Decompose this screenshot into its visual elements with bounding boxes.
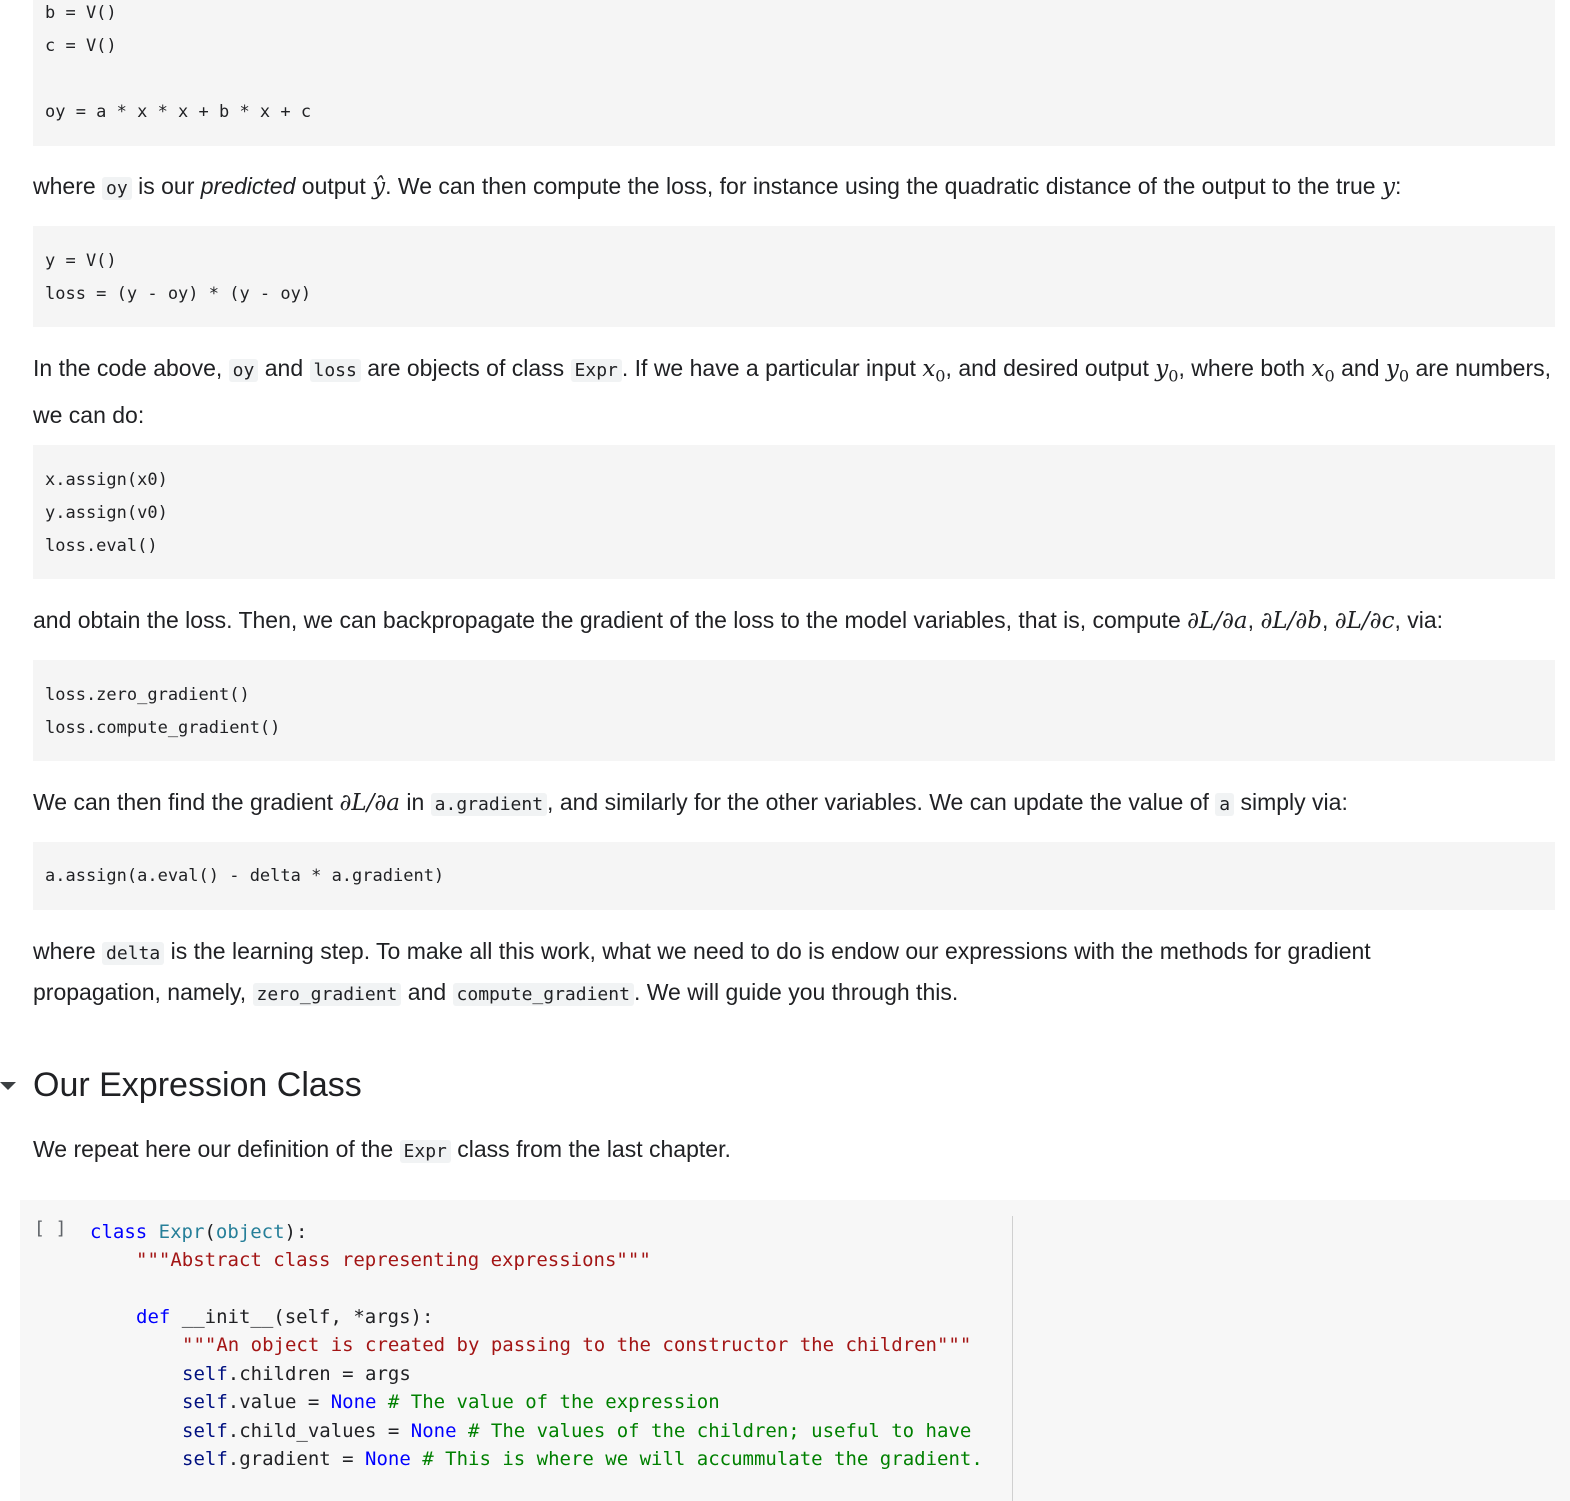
text: and — [258, 355, 310, 381]
text: We can then find the gradient — [33, 789, 340, 815]
text: : — [1394, 173, 1402, 199]
text: , and desired output — [945, 355, 1156, 381]
text: , — [1321, 607, 1335, 633]
paragraph-learning-step: where delta is the learning step. To mak… — [33, 932, 1453, 1014]
code-line: y = V() — [45, 251, 117, 271]
text: simply via: — [1234, 789, 1348, 815]
code-line: self.gradient = None # This is where we … — [182, 1448, 983, 1470]
code-block-update: a.assign(a.eval() - delta * a.gradient) — [33, 842, 1555, 910]
inline-code: loss — [309, 359, 361, 382]
text: output — [295, 173, 373, 199]
code-line: loss.zero_gradient() — [45, 685, 250, 705]
text: , and similarly for the other variables.… — [547, 789, 1216, 815]
math-partial-c: ∂L/∂c — [1334, 608, 1395, 634]
text: , — [1247, 607, 1261, 633]
text: , via: — [1394, 607, 1444, 633]
text: . We will guide you through this. — [633, 979, 959, 1005]
text: and obtain the loss. Then, we can backpr… — [33, 607, 1188, 633]
code-block-loss: y = V() loss = (y - oy) * (y - oy) — [33, 226, 1555, 327]
code-line: oy = a * x * x + b * x + c — [45, 102, 312, 122]
section-header: Our Expression Class — [0, 1062, 800, 1108]
text: is our — [131, 173, 201, 199]
paragraph-find-gradient: We can then find the gradient ∂L/∂a in a… — [33, 783, 1553, 824]
paragraph-expr-objects: In the code above, oy and loss are objec… — [33, 349, 1553, 434]
section-title: Our Expression Class — [33, 1066, 362, 1104]
emphasis: predicted — [200, 173, 296, 199]
text: We repeat here our definition of the — [33, 1136, 400, 1162]
text: . We can then compute the loss, for inst… — [385, 173, 1382, 199]
paragraph-backpropagate: and obtain the loss. Then, we can backpr… — [33, 601, 1553, 640]
math-partial-a: ∂L/∂a — [1187, 608, 1248, 634]
inline-code: oy — [102, 177, 132, 200]
math-y0: y0 — [1155, 356, 1179, 386]
inline-code: oy — [228, 359, 259, 382]
text: where — [33, 938, 103, 964]
code-line: loss = (y - oy) * (y - oy) — [45, 284, 312, 304]
code-line: def __init__(self, *args): — [136, 1306, 434, 1328]
inline-code: zero_gradient — [252, 983, 402, 1006]
code-block-gradient: loss.zero_gradient() loss.compute_gradie… — [33, 660, 1555, 761]
text: where — [33, 173, 103, 199]
inline-code: Expr — [570, 359, 622, 382]
inline-code: Expr — [399, 1140, 451, 1163]
text: and — [1334, 355, 1386, 381]
math-x0: x0 — [1311, 356, 1335, 386]
text: In the code above, — [33, 355, 229, 381]
code-line: x.assign(x0) — [45, 470, 168, 490]
text: are objects of class — [360, 355, 571, 381]
code-line: a.assign(a.eval() - delta * a.gradient) — [45, 866, 445, 886]
run-cell-button[interactable]: [ ] — [34, 1218, 67, 1239]
code-block-assign: x.assign(x0) y.assign(v0) loss.eval() — [33, 445, 1555, 579]
math-x0: x0 — [922, 356, 946, 386]
text: . If we have a particular input — [621, 355, 923, 381]
math-partial-a: ∂L/∂a — [339, 790, 400, 816]
math-y-hat: ŷ — [372, 174, 386, 200]
text: in — [399, 789, 431, 815]
code-line: b = V() — [45, 3, 117, 23]
inline-code: delta — [102, 942, 165, 965]
paragraph-repeat-definition: We repeat here our definition of the Exp… — [33, 1130, 1553, 1171]
math-y: y — [1381, 174, 1395, 200]
code-line: y.assign(v0) — [45, 503, 168, 523]
inline-code: a — [1215, 793, 1235, 816]
inline-code: compute_gradient — [452, 983, 634, 1006]
code-line: class Expr(object): — [90, 1221, 308, 1243]
text: and — [401, 979, 453, 1005]
code-line: self.children = args — [182, 1363, 411, 1385]
code-line: loss.eval() — [45, 536, 158, 556]
code-line: self.value = None # The value of the exp… — [182, 1391, 720, 1413]
code-line: c = V() — [45, 36, 117, 56]
paragraph-predicted-output: where oy is our predicted output ŷ. We c… — [33, 167, 1553, 208]
math-y0: y0 — [1385, 356, 1410, 386]
code-block-model: b = V() c = V() oy = a * x * x + b * x +… — [33, 0, 1555, 146]
code-cell[interactable]: [ ] class Expr(object): """Abstract clas… — [20, 1200, 1570, 1501]
math-partial-b: ∂L/∂b — [1260, 608, 1322, 634]
inline-code: a.gradient — [430, 793, 548, 816]
text: class from the last chapter. — [450, 1136, 731, 1162]
code-line: loss.compute_gradient() — [45, 718, 281, 738]
text: , where both — [1178, 355, 1312, 381]
cell-divider — [1012, 1216, 1013, 1501]
code-line: """An object is created by passing to th… — [182, 1334, 972, 1356]
collapse-caret-icon[interactable] — [0, 1082, 16, 1090]
code-line: self.child_values = None # The values of… — [182, 1420, 972, 1442]
code-line: """Abstract class representing expressio… — [136, 1249, 651, 1271]
